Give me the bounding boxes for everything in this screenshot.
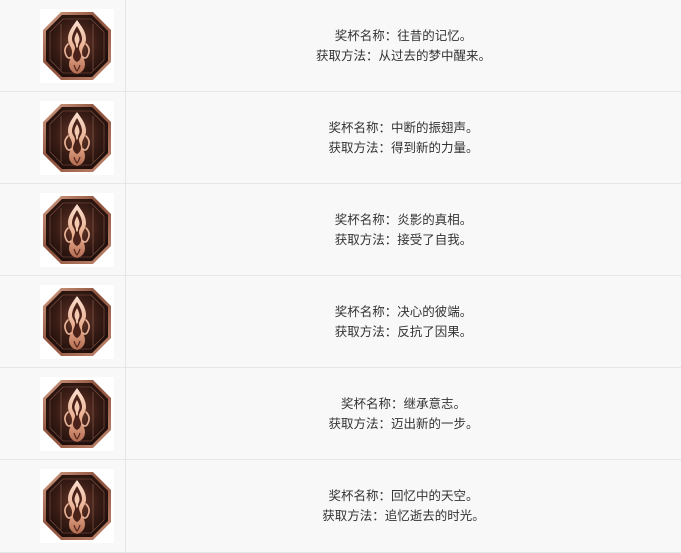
trophy-method-label: 获取方法： [335, 232, 398, 247]
trophy-name-line: 奖杯名称：回忆中的天空。 [126, 486, 681, 506]
bronze-trophy-icon [41, 194, 113, 266]
bronze-trophy-icon [41, 286, 113, 358]
trophy-text-cell: 奖杯名称：中断的振翅声。 获取方法：得到新的力量。 [126, 92, 681, 184]
table-row: 奖杯名称：决心的彼端。 获取方法：反抗了因果。 [0, 276, 681, 368]
trophy-method-line: 获取方法：得到新的力量。 [126, 138, 681, 158]
trophy-method: 从过去的梦中醒来。 [379, 48, 492, 63]
trophy-table: 奖杯名称：往昔的记忆。 获取方法：从过去的梦中醒来。 奖杯名称：中断的振翅声。 … [0, 0, 681, 553]
trophy-icon-cell [0, 460, 126, 553]
trophy-name-line: 奖杯名称：继承意志。 [126, 394, 681, 414]
trophy-method-label: 获取方法： [322, 508, 385, 523]
trophy-method: 反抗了因果。 [397, 324, 472, 339]
trophy-image-frame [40, 377, 114, 451]
trophy-name-line: 奖杯名称：炎影的真相。 [126, 210, 681, 230]
trophy-name-label: 奖杯名称： [328, 120, 391, 135]
trophy-text-cell: 奖杯名称：回忆中的天空。 获取方法：追忆逝去的时光。 [126, 460, 681, 553]
trophy-image-frame [40, 193, 114, 267]
trophy-name: 继承意志。 [404, 396, 467, 411]
trophy-text-cell: 奖杯名称：炎影的真相。 获取方法：接受了自我。 [126, 184, 681, 276]
trophy-name: 回忆中的天空。 [391, 488, 479, 503]
trophy-name-line: 奖杯名称：中断的振翅声。 [126, 118, 681, 138]
trophy-name-label: 奖杯名称： [328, 488, 391, 503]
trophy-image-frame [40, 101, 114, 175]
trophy-method-line: 获取方法：反抗了因果。 [126, 322, 681, 342]
trophy-name-label: 奖杯名称： [335, 304, 398, 319]
trophy-method: 接受了自我。 [397, 232, 472, 247]
trophy-method-line: 获取方法：迈出新的一步。 [126, 414, 681, 434]
trophy-method-line: 获取方法：接受了自我。 [126, 230, 681, 250]
table-row: 奖杯名称：炎影的真相。 获取方法：接受了自我。 [0, 184, 681, 276]
table-row: 奖杯名称：回忆中的天空。 获取方法：追忆逝去的时光。 [0, 460, 681, 553]
bronze-trophy-icon [41, 102, 113, 174]
trophy-icon-cell [0, 0, 126, 92]
trophy-method-label: 获取方法： [335, 324, 398, 339]
bronze-trophy-icon [41, 378, 113, 450]
bronze-trophy-icon [41, 470, 113, 542]
trophy-image-frame [40, 469, 114, 543]
table-row: 奖杯名称：中断的振翅声。 获取方法：得到新的力量。 [0, 92, 681, 184]
trophy-text-cell: 奖杯名称：往昔的记忆。 获取方法：从过去的梦中醒来。 [126, 0, 681, 92]
trophy-method: 追忆逝去的时光。 [385, 508, 485, 523]
trophy-text-cell: 奖杯名称：继承意志。 获取方法：迈出新的一步。 [126, 368, 681, 460]
trophy-name-line: 奖杯名称：往昔的记忆。 [126, 26, 681, 46]
trophy-text-cell: 奖杯名称：决心的彼端。 获取方法：反抗了因果。 [126, 276, 681, 368]
trophy-icon-cell [0, 184, 126, 276]
bronze-trophy-icon [41, 10, 113, 82]
table-row: 奖杯名称：继承意志。 获取方法：迈出新的一步。 [0, 368, 681, 460]
trophy-name-label: 奖杯名称： [341, 396, 404, 411]
trophy-name-label: 奖杯名称： [335, 212, 398, 227]
trophy-method-line: 获取方法：从过去的梦中醒来。 [126, 46, 681, 66]
trophy-icon-cell [0, 276, 126, 368]
trophy-method-label: 获取方法： [328, 140, 391, 155]
trophy-name-label: 奖杯名称： [335, 28, 398, 43]
trophy-icon-cell [0, 368, 126, 460]
trophy-image-frame [40, 285, 114, 359]
trophy-method: 迈出新的一步。 [391, 416, 479, 431]
trophy-name-line: 奖杯名称：决心的彼端。 [126, 302, 681, 322]
table-row: 奖杯名称：往昔的记忆。 获取方法：从过去的梦中醒来。 [0, 0, 681, 92]
trophy-name: 往昔的记忆。 [397, 28, 472, 43]
trophy-icon-cell [0, 92, 126, 184]
trophy-name: 中断的振翅声。 [391, 120, 479, 135]
trophy-method: 得到新的力量。 [391, 140, 479, 155]
trophy-name: 炎影的真相。 [397, 212, 472, 227]
trophy-method-line: 获取方法：追忆逝去的时光。 [126, 506, 681, 526]
trophy-method-label: 获取方法： [328, 416, 391, 431]
trophy-image-frame [40, 9, 114, 83]
trophy-method-label: 获取方法： [316, 48, 379, 63]
trophy-name: 决心的彼端。 [397, 304, 472, 319]
